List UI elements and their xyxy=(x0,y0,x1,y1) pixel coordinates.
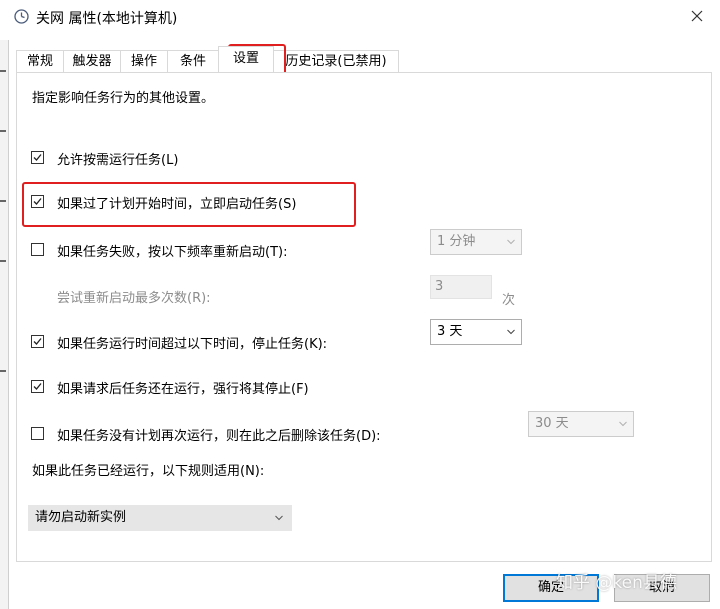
tab-strip: 常规 触发器 操作 条件 设置 历史记录(已禁用) xyxy=(16,46,399,72)
force-stop-checkbox[interactable] xyxy=(31,380,44,393)
tab-actions[interactable]: 操作 xyxy=(120,50,168,72)
stop-duration-select[interactable]: 3 天 xyxy=(430,319,522,345)
restart-attempts-unit: 次 xyxy=(502,293,516,308)
stop-duration-value: 3 天 xyxy=(437,324,463,339)
checkmark-icon xyxy=(33,198,42,205)
restart-attempts-input[interactable]: 3 xyxy=(430,275,492,299)
tab-settings[interactable]: 设置 xyxy=(218,46,274,72)
chevron-down-icon xyxy=(507,239,515,245)
chevron-down-icon xyxy=(507,329,515,335)
watermark: 知乎 @ken县德 xyxy=(556,573,677,593)
settings-description: 指定影响任务行为的其他设置。 xyxy=(32,91,215,106)
clock-icon xyxy=(14,9,29,24)
settings-panel xyxy=(16,72,712,562)
run-asap-checkbox[interactable] xyxy=(31,195,44,208)
rule-select[interactable]: 请勿启动新实例 xyxy=(28,505,292,531)
title-bar: 关网 属性(本地计算机) xyxy=(0,0,720,34)
stop-if-longer-checkbox[interactable] xyxy=(31,335,44,348)
restart-on-fail-label: 如果任务失败，按以下频率重新启动(T): xyxy=(57,245,288,260)
rule-value: 请勿启动新实例 xyxy=(35,510,127,525)
rule-label: 如果此任务已经运行，以下规则适用(N): xyxy=(32,464,265,479)
checkmark-icon xyxy=(33,338,42,345)
allow-on-demand-label: 允许按需运行任务(L) xyxy=(57,153,179,168)
run-asap-label: 如果过了计划开始时间，立即启动任务(S) xyxy=(57,197,297,212)
restart-on-fail-checkbox[interactable] xyxy=(31,243,44,256)
restart-interval-select[interactable]: 1 分钟 xyxy=(430,229,522,255)
tab-general[interactable]: 常规 xyxy=(16,50,64,72)
properties-window: 关网 属性(本地计算机) 常规 触发器 操作 条件 设置 历史记录(已禁用) 指… xyxy=(0,0,720,609)
tab-triggers[interactable]: 触发器 xyxy=(63,50,121,72)
tab-conditions[interactable]: 条件 xyxy=(167,50,219,72)
stop-if-longer-label: 如果任务运行时间超过以下时间，停止任务(K): xyxy=(57,337,328,352)
chevron-down-icon xyxy=(619,421,627,427)
delete-if-not-scheduled-label: 如果任务没有计划再次运行，则在此之后删除该任务(D): xyxy=(57,429,381,444)
tab-history[interactable]: 历史记录(已禁用) xyxy=(273,50,399,72)
background-window-edge xyxy=(0,40,9,609)
delete-delay-value: 30 天 xyxy=(535,416,569,431)
window-title: 关网 属性(本地计算机) xyxy=(36,11,178,27)
checkmark-icon xyxy=(33,383,42,390)
allow-on-demand-checkbox[interactable] xyxy=(31,151,44,164)
chevron-down-icon xyxy=(275,515,283,521)
restart-interval-value: 1 分钟 xyxy=(437,234,476,249)
restart-attempts-label: 尝试重新启动最多次数(R): xyxy=(57,291,211,306)
force-stop-label: 如果请求后任务还在运行，强行将其停止(F) xyxy=(57,382,309,397)
close-icon xyxy=(691,10,703,22)
close-button[interactable] xyxy=(674,0,720,32)
delete-delay-select[interactable]: 30 天 xyxy=(528,411,634,437)
delete-if-not-scheduled-checkbox[interactable] xyxy=(31,427,44,440)
checkmark-icon xyxy=(33,154,42,161)
